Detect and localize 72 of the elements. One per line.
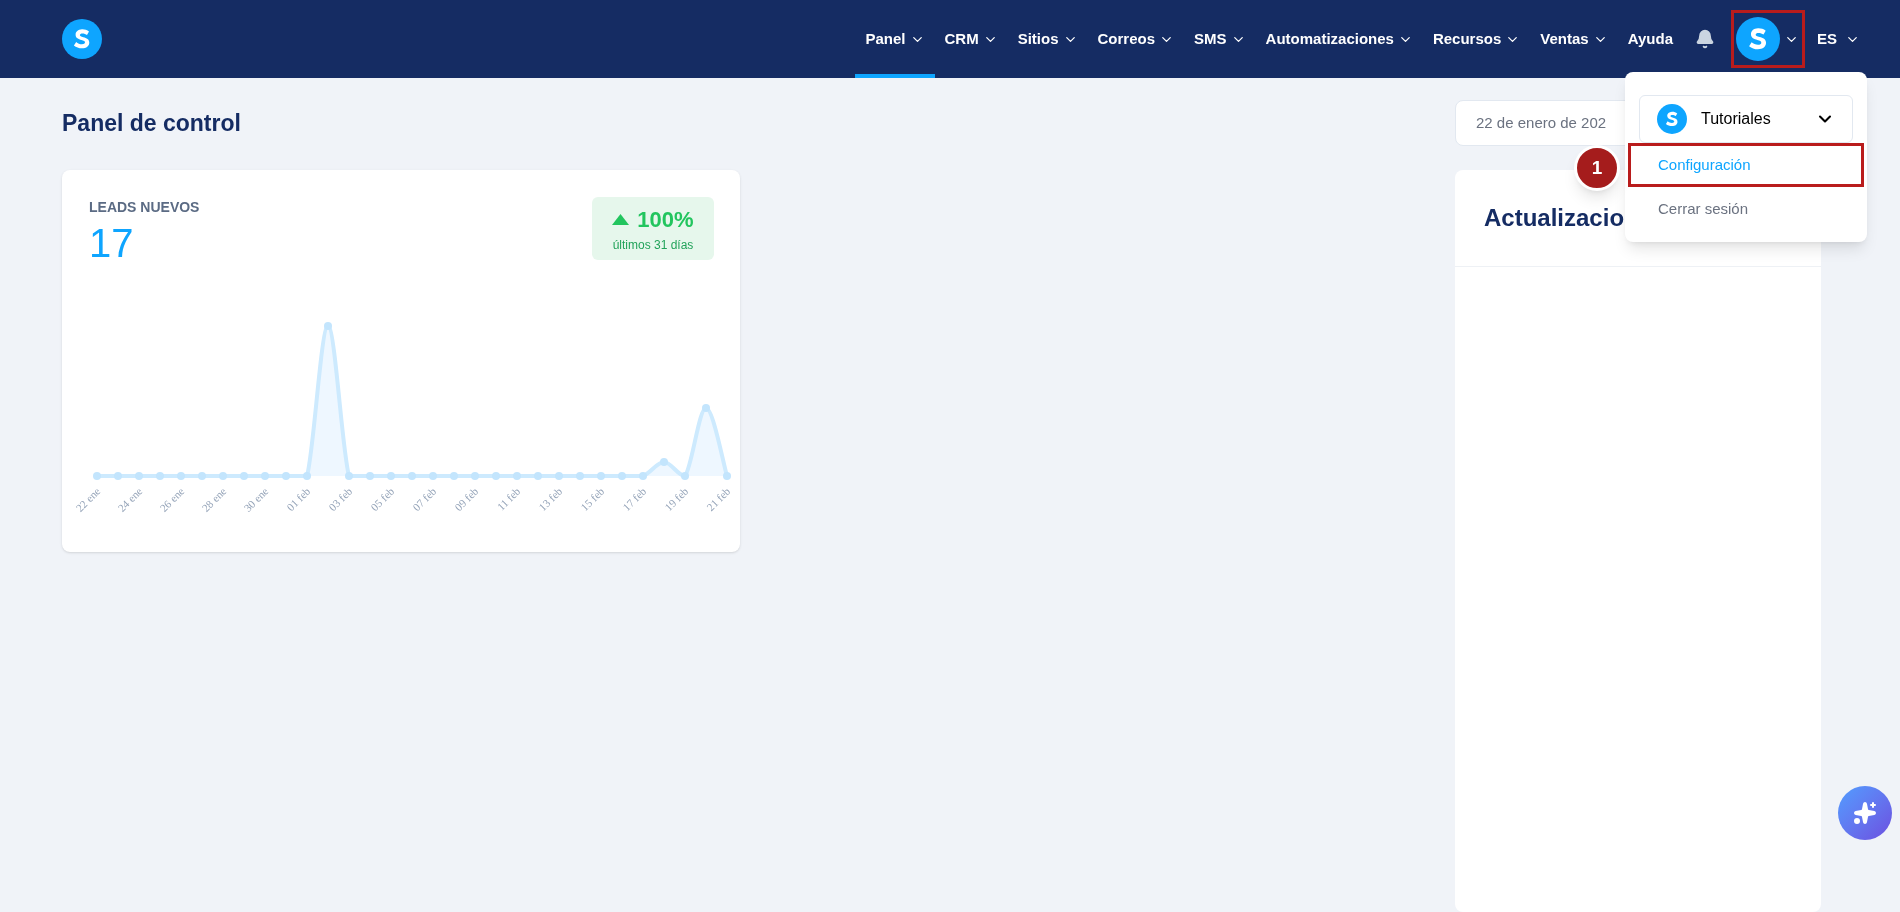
notification-icon[interactable] (1695, 29, 1715, 49)
data-point (492, 472, 500, 480)
logo-icon[interactable] (62, 19, 102, 59)
account-logo-icon[interactable] (1657, 104, 1687, 134)
nav-tab[interactable]: Ventas (1530, 0, 1618, 78)
language-selector[interactable]: ES (1817, 27, 1860, 51)
data-point (156, 472, 164, 480)
data-point (219, 472, 227, 480)
data-point (429, 472, 437, 480)
card-title: LEADS NUEVOS (89, 198, 200, 217)
data-point (324, 322, 332, 330)
axis-label: 17 feb (620, 484, 649, 514)
axis-label: 13 feb (536, 484, 565, 514)
card-title: Actualizacio (1484, 203, 1625, 233)
axis-label: 22 ene (73, 484, 103, 514)
data-point (198, 472, 206, 480)
data-point (681, 472, 689, 480)
data-point (723, 472, 731, 480)
data-point (366, 472, 374, 480)
data-point (618, 472, 626, 480)
sparkles-icon (1853, 801, 1877, 825)
data-point (114, 472, 122, 480)
ai-assistant-button[interactable] (1838, 786, 1892, 840)
data-point (660, 458, 668, 466)
nav-tab[interactable]: SMS (1184, 0, 1256, 78)
data-point (639, 472, 647, 480)
axis-label: 03 feb (326, 484, 355, 514)
axis-label: 24 ene (115, 484, 145, 514)
axis-label: 15 feb (578, 484, 607, 514)
nav-tab[interactable]: Panel (855, 0, 935, 78)
data-point (702, 404, 710, 412)
nav-tab[interactable]: Automatizaciones (1255, 0, 1423, 78)
axis-label: 11 feb (494, 484, 523, 513)
axis-label: 30 ene (241, 484, 271, 514)
data-point (555, 472, 563, 480)
data-point (261, 472, 269, 480)
leads-count: 17 (89, 220, 135, 267)
axis-label: 28 ene (199, 484, 229, 514)
data-point (597, 472, 605, 480)
nav-tab[interactable]: Sitios (1007, 0, 1088, 78)
data-point (93, 472, 101, 480)
period-label: últimos 31 días (612, 237, 694, 254)
axis-label: 01 feb (284, 484, 313, 514)
axis-label: 26 ene (157, 484, 187, 514)
nav-tab[interactable]: Correos (1087, 0, 1185, 78)
data-point (534, 472, 542, 480)
nav-tab[interactable]: Recursos (1422, 0, 1531, 78)
nav-tab[interactable]: CRM (934, 0, 1008, 78)
axis-label: 19 feb (662, 484, 691, 514)
axis-label: 07 feb (410, 484, 439, 514)
data-point (282, 472, 290, 480)
data-point (135, 472, 143, 480)
data-point (177, 472, 185, 480)
account-selector[interactable]: Tutoriales (1639, 95, 1853, 143)
axis-label: 21 feb (704, 484, 733, 514)
change-percent: 100% (637, 206, 694, 234)
axis-label: 05 feb (368, 484, 397, 514)
axis-label: 09 feb (452, 484, 481, 514)
avatar-icon[interactable] (1736, 17, 1781, 61)
data-point (576, 472, 584, 480)
data-point (387, 472, 395, 480)
menu-item[interactable]: Cerrar sesión (1628, 187, 1864, 231)
data-point (408, 472, 416, 480)
up-triangle-icon (612, 214, 630, 225)
data-point (471, 472, 479, 480)
data-point (513, 472, 521, 480)
page-title: Panel de control (62, 108, 242, 138)
data-point (240, 472, 248, 480)
nav-tab[interactable]: Ayuda (1617, 0, 1683, 78)
data-point (345, 472, 353, 480)
data-point (303, 472, 311, 480)
data-point (450, 472, 458, 480)
